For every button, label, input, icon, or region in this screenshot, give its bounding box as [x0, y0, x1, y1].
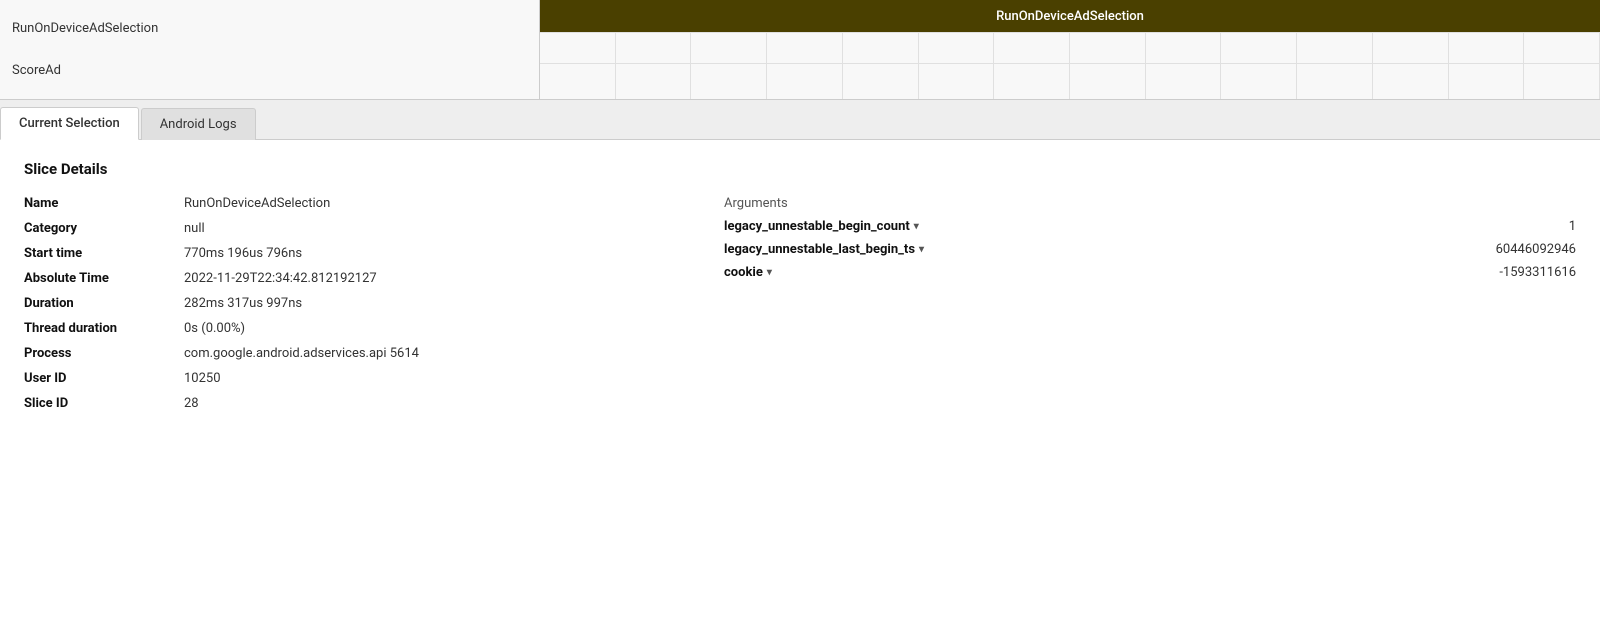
- timeline-row-run[interactable]: RunOnDeviceAdSelection: [12, 17, 527, 40]
- grid-cell: [767, 33, 843, 63]
- detail-label: Process: [24, 346, 184, 361]
- arg-value: 1: [1539, 219, 1576, 234]
- grid-cell: [1524, 33, 1600, 63]
- row2-cell: [1070, 63, 1146, 99]
- timeline-area: RunOnDeviceAdSelection ScoreAd RunOnDevi…: [0, 0, 1600, 100]
- grid-cell: [1297, 33, 1373, 63]
- tab-android-logs[interactable]: Android Logs: [141, 108, 256, 140]
- arg-dropdown-icon[interactable]: ▾: [767, 267, 772, 278]
- detail-value: 28: [184, 396, 199, 411]
- detail-label: Thread duration: [24, 321, 184, 336]
- grid-cell: [843, 33, 919, 63]
- row2-cell: [1221, 63, 1297, 99]
- detail-row: Duration282ms 317us 997ns: [24, 296, 644, 311]
- row2-cell: [1449, 63, 1525, 99]
- arg-key-text: legacy_unnestable_begin_count: [724, 219, 910, 234]
- grid-cell: [616, 33, 692, 63]
- detail-value: 10250: [184, 371, 221, 386]
- detail-row: Absolute Time2022-11-29T22:34:42.8121921…: [24, 271, 644, 286]
- grid-cell: [691, 33, 767, 63]
- row2-cell: [691, 63, 767, 99]
- row2-cell: [919, 63, 995, 99]
- detail-label: Duration: [24, 296, 184, 311]
- detail-value: 282ms 317us 997ns: [184, 296, 302, 311]
- row2-cell: [767, 63, 843, 99]
- row2-cell: [843, 63, 919, 99]
- row2-cell: [616, 63, 692, 99]
- row2-cell: [540, 63, 616, 99]
- row2-cell: [1297, 63, 1373, 99]
- arg-value: 60446092946: [1466, 242, 1576, 257]
- detail-label: Absolute Time: [24, 271, 184, 286]
- row2-cell: [994, 63, 1070, 99]
- arg-key-text: legacy_unnestable_last_begin_ts: [724, 242, 915, 257]
- detail-value: 0s (0.00%): [184, 321, 245, 336]
- grid-cell: [540, 33, 616, 63]
- grid-cell: [919, 33, 995, 63]
- detail-row: Processcom.google.android.adservices.api…: [24, 346, 644, 361]
- main-content: Slice Details NameRunOnDeviceAdSelection…: [0, 140, 1600, 441]
- detail-row: User ID10250: [24, 371, 644, 386]
- grid-cell: [1449, 33, 1525, 63]
- timeline-row2: [540, 63, 1600, 99]
- detail-row: Start time770ms 196us 796ns: [24, 246, 644, 261]
- detail-row: Slice ID28: [24, 396, 644, 411]
- detail-label: Name: [24, 196, 184, 211]
- detail-value: null: [184, 221, 205, 236]
- grid-cell: [1373, 33, 1449, 63]
- timeline-left: RunOnDeviceAdSelection ScoreAd: [0, 0, 540, 99]
- row2-cell: [1524, 63, 1600, 99]
- timeline-right: RunOnDeviceAdSelection: [540, 0, 1600, 99]
- arg-key: legacy_unnestable_last_begin_ts ▾: [724, 242, 924, 257]
- timeline-row-score[interactable]: ScoreAd: [12, 59, 527, 82]
- arg-key: cookie ▾: [724, 265, 772, 280]
- detail-row: Thread duration0s (0.00%): [24, 321, 644, 336]
- arg-row: legacy_unnestable_last_begin_ts ▾ 6044609…: [724, 242, 1576, 257]
- arguments-title: Arguments: [724, 196, 1576, 211]
- arg-dropdown-icon[interactable]: ▾: [919, 244, 924, 255]
- detail-label: User ID: [24, 371, 184, 386]
- grid-cell: [994, 33, 1070, 63]
- tabs-bar: Current Selection Android Logs: [0, 100, 1600, 140]
- row2-cell: [1373, 63, 1449, 99]
- detail-label: Start time: [24, 246, 184, 261]
- arg-key: legacy_unnestable_begin_count ▾: [724, 219, 919, 234]
- grid-cell: [1146, 33, 1222, 63]
- timeline-highlight-bar: RunOnDeviceAdSelection: [540, 0, 1600, 32]
- arguments-container: legacy_unnestable_begin_count ▾1legacy_u…: [724, 219, 1576, 280]
- detail-value: RunOnDeviceAdSelection: [184, 196, 330, 211]
- detail-value: 2022-11-29T22:34:42.812192127: [184, 271, 377, 286]
- grid-cell: [1221, 33, 1297, 63]
- detail-value: com.google.android.adservices.api 5614: [184, 346, 419, 361]
- detail-rows: NameRunOnDeviceAdSelectionCategorynullSt…: [24, 196, 644, 411]
- details-left: NameRunOnDeviceAdSelectionCategorynullSt…: [24, 196, 644, 421]
- section-title: Slice Details: [24, 160, 1576, 178]
- details-outer: NameRunOnDeviceAdSelectionCategorynullSt…: [24, 196, 1576, 421]
- row2-cell: [1146, 63, 1222, 99]
- arg-dropdown-icon[interactable]: ▾: [914, 221, 919, 232]
- detail-label: Slice ID: [24, 396, 184, 411]
- details-right: Arguments legacy_unnestable_begin_count …: [724, 196, 1576, 421]
- arg-key-text: cookie: [724, 265, 763, 280]
- grid-cell: [1070, 33, 1146, 63]
- arg-row: legacy_unnestable_begin_count ▾ 1: [724, 219, 1576, 234]
- arg-row: cookie ▾ -1593311616: [724, 265, 1576, 280]
- detail-row: NameRunOnDeviceAdSelection: [24, 196, 644, 211]
- detail-row: Categorynull: [24, 221, 644, 236]
- tab-current-selection[interactable]: Current Selection: [0, 107, 139, 140]
- detail-label: Category: [24, 221, 184, 236]
- timeline-grid: [540, 32, 1600, 63]
- arg-value: -1593311616: [1469, 265, 1576, 280]
- detail-value: 770ms 196us 796ns: [184, 246, 302, 261]
